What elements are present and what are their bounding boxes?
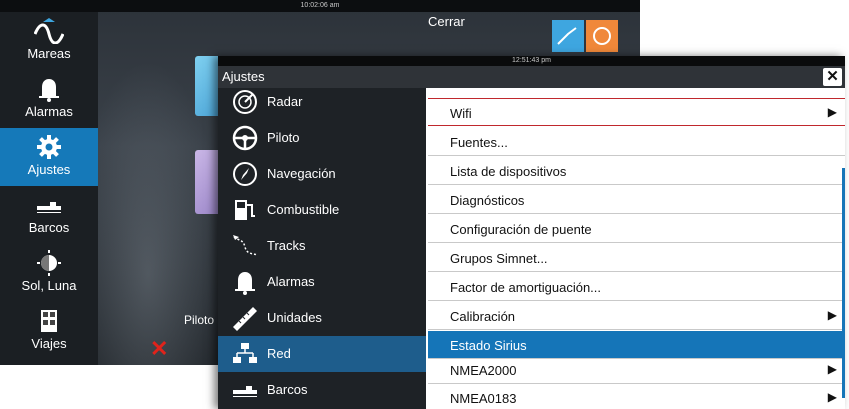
- option-wifi[interactable]: Wifi ▶: [428, 98, 845, 126]
- calculator-icon: [41, 310, 57, 332]
- option-label: Lista de dispositivos: [450, 164, 567, 179]
- fuel-pump-icon: [235, 200, 255, 220]
- settings-category-list: Radar Piloto Navegación Combustible Trac…: [218, 88, 426, 409]
- category-combustible[interactable]: Combustible: [218, 192, 426, 228]
- option-calibracion[interactable]: Calibración ▶: [428, 302, 845, 330]
- option-label: Calibración: [450, 309, 516, 324]
- option-grupos-simnet[interactable]: Grupos Simnet...: [428, 244, 845, 272]
- settings-dialog: 12:51:43 pm Ajustes ✕ Radar Piloto Naveg…: [218, 56, 845, 409]
- ruler-icon: [233, 307, 257, 331]
- ship-icon: [233, 386, 257, 397]
- close-button[interactable]: Cerrar: [428, 14, 465, 29]
- sidebar-item-label: Alarmas: [25, 104, 73, 119]
- option-label: Factor de amortiguación...: [450, 280, 602, 295]
- app-tiles-icon[interactable]: [552, 20, 622, 56]
- sidebar-item-viajes[interactable]: Viajes: [0, 302, 98, 360]
- option-label: Estado Sirius: [450, 338, 527, 353]
- option-configuracion-puente[interactable]: Configuración de puente: [428, 215, 845, 243]
- home-sidebar: Mareas Alarmas Ajustes Barcos Sol, Luna …: [0, 12, 98, 365]
- chevron-right-icon: ▶: [827, 105, 837, 119]
- close-x-icon[interactable]: ✕: [823, 68, 842, 86]
- option-factor-amortiguacion[interactable]: Factor de amortiguación...: [428, 273, 845, 301]
- compass-icon: [233, 162, 257, 186]
- category-barcos[interactable]: Barcos: [218, 372, 426, 408]
- option-nmea0183[interactable]: NMEA0183 ▶: [428, 384, 845, 409]
- option-fuentes[interactable]: Fuentes...: [428, 128, 845, 156]
- category-tracks[interactable]: Tracks: [218, 228, 426, 264]
- network-icon: [233, 343, 257, 363]
- category-label: Unidades: [267, 310, 322, 325]
- category-label: Tracks: [267, 238, 306, 253]
- option-label: NMEA0183: [450, 391, 517, 406]
- category-label: Navegación: [267, 166, 336, 181]
- steering-wheel-icon: [232, 125, 258, 151]
- bell-icon: [235, 272, 255, 295]
- category-navegacion[interactable]: Navegación: [218, 156, 426, 192]
- gear-icon: [37, 135, 61, 159]
- sidebar-item-ajustes[interactable]: Ajustes: [0, 128, 98, 186]
- option-label: NMEA2000: [450, 363, 517, 378]
- status-clock: 10:02:06 am: [0, 0, 640, 12]
- piloto-label: Piloto: [184, 313, 215, 327]
- sidebar-item-label: Ajustes: [27, 162, 71, 177]
- category-label: Barcos: [267, 382, 308, 397]
- category-label: Radar: [267, 94, 303, 109]
- tide-wave-icon: [34, 18, 64, 44]
- category-label: Red: [267, 346, 291, 361]
- option-label: Fuentes...: [450, 135, 508, 150]
- sidebar-item-label: Barcos: [28, 220, 70, 235]
- chevron-right-icon: ▶: [827, 390, 837, 404]
- sun-moon-icon: [37, 250, 61, 276]
- category-alarmas[interactable]: Alarmas: [218, 264, 426, 300]
- track-icon: [233, 235, 258, 256]
- option-label: Diagnósticos: [450, 193, 525, 208]
- sidebar-item-mareas[interactable]: Mareas: [0, 12, 98, 70]
- category-red[interactable]: Red: [218, 336, 426, 372]
- option-label: Wifi: [450, 106, 472, 121]
- option-diagnosticos[interactable]: Diagnósticos: [428, 186, 845, 214]
- category-label: Alarmas: [267, 274, 315, 289]
- chevron-right-icon: ▶: [827, 308, 837, 322]
- category-label: Combustible: [267, 202, 340, 217]
- category-piloto[interactable]: Piloto: [218, 120, 426, 156]
- option-label: Configuración de puente: [450, 222, 592, 237]
- settings-options-list: Wifi ▶ Fuentes... Lista de dispositivos …: [426, 88, 845, 409]
- dialog-title: Ajustes: [218, 66, 845, 88]
- sidebar-item-sol-luna[interactable]: Sol, Luna: [0, 244, 98, 302]
- option-lista-dispositivos[interactable]: Lista de dispositivos: [428, 157, 845, 185]
- option-label: Grupos Simnet...: [450, 251, 548, 266]
- dialog-clock: 12:51:43 pm: [218, 56, 845, 66]
- sidebar-item-label: Viajes: [31, 336, 67, 351]
- bell-icon: [39, 79, 59, 102]
- alert-x-icon: ✕: [150, 336, 169, 361]
- sidebar-item-alarmas[interactable]: Alarmas: [0, 70, 98, 128]
- category-radar[interactable]: Radar: [218, 88, 426, 120]
- sidebar-item-label: Mareas: [27, 46, 71, 61]
- option-estado-sirius[interactable]: Estado Sirius: [428, 331, 845, 359]
- chevron-right-icon: ▶: [827, 362, 837, 376]
- sidebar-item-barcos[interactable]: Barcos: [0, 186, 98, 244]
- scrollbar[interactable]: [842, 168, 845, 398]
- ship-icon: [37, 202, 61, 213]
- sidebar-item-label: Sol, Luna: [21, 278, 77, 293]
- category-label: Piloto: [267, 130, 300, 145]
- option-nmea2000[interactable]: NMEA2000 ▶: [428, 356, 845, 384]
- radar-icon: [233, 90, 257, 114]
- category-unidades[interactable]: Unidades: [218, 300, 426, 336]
